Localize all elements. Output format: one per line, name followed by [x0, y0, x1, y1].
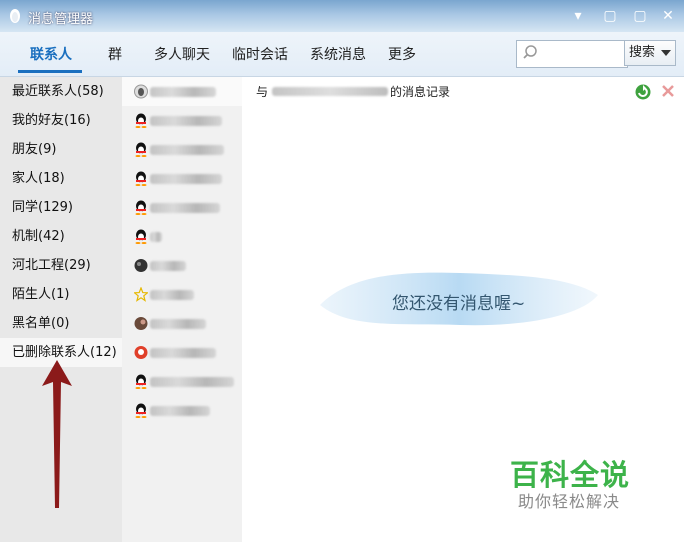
- search-button[interactable]: 搜索: [624, 40, 676, 66]
- tab-contacts[interactable]: 联系人: [30, 44, 72, 64]
- qq-penguin-icon: [135, 403, 147, 418]
- maximize-button[interactable]: ▢: [630, 6, 650, 26]
- tab-system-messages[interactable]: 系统消息: [310, 44, 366, 64]
- category-my-friends[interactable]: 我的好友(16): [0, 106, 122, 135]
- blurred-contact-name: [150, 145, 224, 155]
- minimize-to-tray-button[interactable]: ▢: [600, 6, 620, 26]
- active-tab-indicator: [18, 70, 82, 73]
- category-recent-contacts[interactable]: 最近联系人(58): [0, 77, 122, 106]
- blurred-contact-name: [150, 377, 234, 387]
- category-friends[interactable]: 朋友(9): [0, 135, 122, 164]
- blurred-contact-name: [150, 87, 216, 97]
- contact-item[interactable]: [122, 77, 242, 106]
- blurred-contact-name: [272, 87, 388, 96]
- refresh-icon[interactable]: [634, 83, 652, 101]
- contact-item[interactable]: [122, 164, 242, 193]
- blurred-contact-name: [150, 290, 194, 300]
- blurred-contact-name: [150, 116, 222, 126]
- blurred-contact-name: [150, 348, 216, 358]
- empty-message-text: 您还没有消息喔~: [392, 294, 526, 314]
- blurred-contact-name: [150, 319, 206, 329]
- record-title-suffix: 的消息记录: [390, 85, 451, 99]
- photo-avatar-icon: [134, 317, 148, 330]
- qq-penguin-icon: [135, 171, 147, 186]
- blurred-contact-name: [150, 261, 186, 271]
- category-strangers[interactable]: 陌生人(1): [0, 280, 122, 309]
- category-hebei-engineering[interactable]: 河北工程(29): [0, 251, 122, 280]
- blurred-contact-name: [150, 174, 222, 184]
- qq-penguin-icon: [135, 113, 147, 128]
- category-jizhi[interactable]: 机制(42): [0, 222, 122, 251]
- tab-groups[interactable]: 群: [108, 44, 122, 64]
- category-blacklist[interactable]: 黑名单(0): [0, 309, 122, 338]
- delete-icon[interactable]: [660, 83, 676, 99]
- contact-item[interactable]: [122, 222, 242, 251]
- contact-item[interactable]: [122, 106, 242, 135]
- penguin-gray-icon: [134, 84, 148, 99]
- qq-penguin-icon: [135, 200, 147, 215]
- blurred-contact-name: [150, 406, 210, 416]
- close-button[interactable]: ✕: [658, 6, 678, 26]
- qq-penguin-icon: [135, 229, 147, 244]
- contact-item[interactable]: [122, 135, 242, 164]
- qq-penguin-icon: [10, 9, 20, 23]
- blurred-contact-name: [150, 203, 220, 213]
- dark-avatar-icon: [134, 259, 148, 272]
- contact-item[interactable]: [122, 396, 242, 425]
- tab-multi-chat[interactable]: 多人聊天: [154, 44, 210, 64]
- contact-item[interactable]: [122, 280, 242, 309]
- contact-item[interactable]: [122, 309, 242, 338]
- record-title-prefix: 与: [256, 85, 269, 99]
- title-bar: 消息管理器 ▾ ▢ ▢ ✕: [0, 0, 684, 32]
- qq-penguin-icon: [135, 374, 147, 389]
- watermark-subtitle: 助你轻松解决: [518, 492, 621, 511]
- search-button-label: 搜索: [629, 45, 656, 60]
- chevron-down-icon[interactable]: [661, 50, 671, 56]
- qq-penguin-icon: [135, 142, 147, 157]
- contact-item[interactable]: [122, 251, 242, 280]
- tab-more[interactable]: 更多: [388, 44, 416, 64]
- category-classmates[interactable]: 同学(129): [0, 193, 122, 222]
- contact-list: [122, 77, 242, 542]
- contact-item[interactable]: [122, 367, 242, 396]
- contact-item[interactable]: [122, 338, 242, 367]
- window-title: 消息管理器: [28, 12, 94, 27]
- blurred-contact-name: [150, 232, 162, 242]
- tab-temp-session[interactable]: 临时会话: [232, 44, 288, 64]
- category-family[interactable]: 家人(18): [0, 164, 122, 193]
- contact-item[interactable]: [122, 193, 242, 222]
- star-icon: [134, 287, 148, 302]
- red-avatar-icon: [134, 346, 148, 359]
- search-icon: [523, 45, 537, 59]
- red-arrow-annotation: [42, 360, 72, 508]
- minimize-button[interactable]: ▾: [568, 6, 588, 26]
